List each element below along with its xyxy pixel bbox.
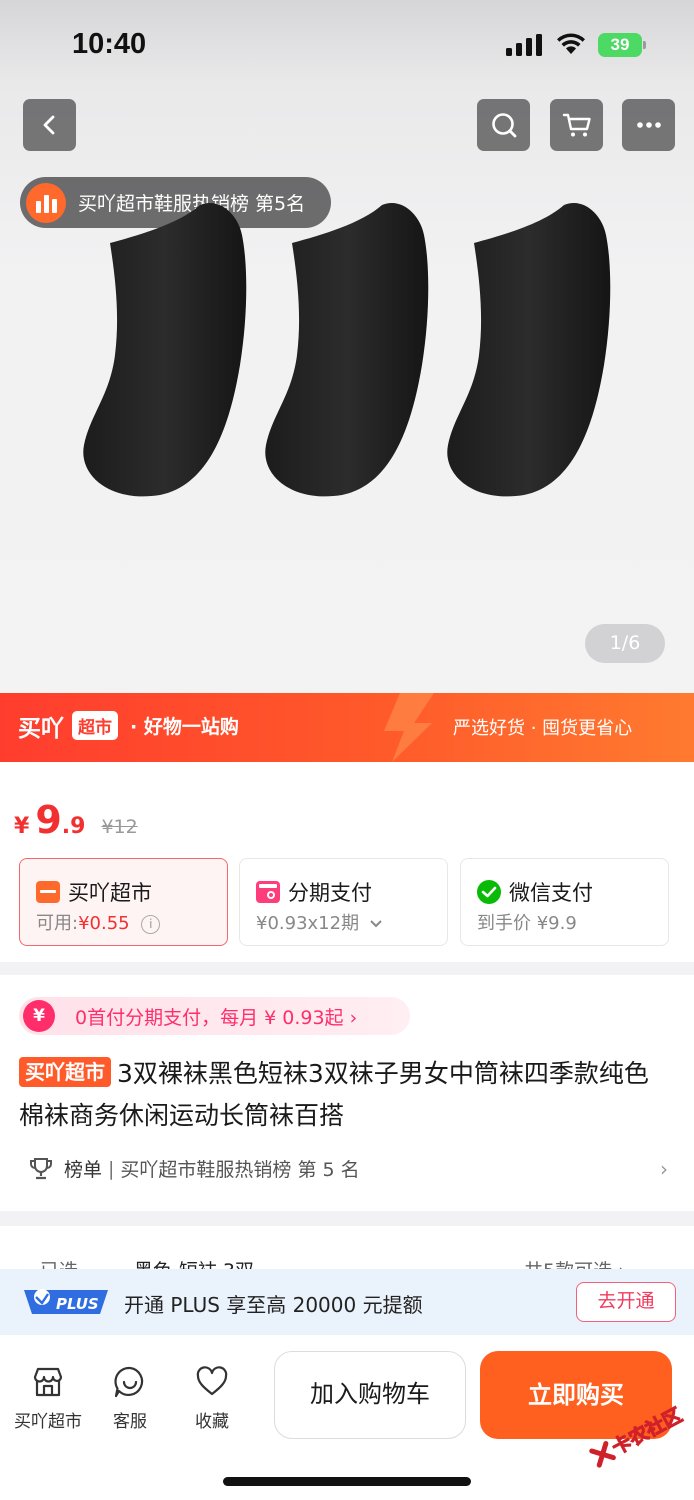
promo-banner[interactable]: 买吖 超市 · 好物一站购 严选好货 · 囤货更省心 [0,693,694,762]
price-row: ¥ 9 .9 ¥12 [14,798,138,842]
price-decimal: .9 [61,814,86,839]
lightning-icon [384,693,434,762]
tab-store[interactable]: 买吖超市 [8,1365,88,1432]
price-currency: ¥ [14,814,30,839]
cart-icon [562,113,591,137]
status-bar: 10:40 39 [0,0,694,90]
product-image-socks [83,203,611,497]
wifi-icon [557,33,585,54]
tab-favorite[interactable]: 收藏 [172,1365,252,1432]
product-title: 买吖超市 3双裸袜黑色短袜3双袜子男女中筒袜四季款纯色棉袜商务休闲运动长筒袜百搭 [19,1053,669,1137]
tab-customer-service[interactable]: 客服 [90,1365,170,1432]
heart-icon [196,1366,228,1396]
installment-per-period: ¥0.93x12期 [256,913,360,934]
payment-option-title: 买吖超市 [68,881,152,905]
chevron-right-icon: › [660,1157,668,1181]
price-card: ¥ 9 .9 ¥12 买吖超市 可用:¥0.55 i 分期支付 ¥0.93x12… [0,762,694,962]
trophy-icon [30,1157,52,1179]
cart-button[interactable] [550,99,603,151]
payment-option-wechat[interactable]: 微信支付 到手价 ¥9.9 [460,858,669,946]
chevron-left-icon [43,115,54,135]
installment-icon [256,881,280,903]
home-indicator [223,1477,471,1486]
wallet-icon [36,881,60,903]
bar-chart-icon [26,182,66,223]
banner-right-text: 严选好货 · 囤货更省心 [453,718,633,739]
available-balance: ¥0.55 [78,913,130,934]
payment-option-store-balance[interactable]: 买吖超市 可用:¥0.55 i [19,858,228,946]
store-tag: 买吖超市 [19,1057,111,1087]
customer-service-icon [114,1366,144,1398]
activate-plus-button[interactable]: 去开通 [576,1282,676,1322]
back-button[interactable] [23,99,76,151]
wechat-pay-icon [477,880,501,904]
battery-level: 39 [598,33,642,57]
plus-membership-bar[interactable]: PLUS 开通 PLUS 享至高 20000 元提额 去开通 [0,1269,694,1335]
product-info-card: ¥ 0首付分期支付，每月 ¥ 0.93起 › 买吖超市 3双裸袜黑色短袜3双袜子男… [0,975,694,1211]
ranking-text: 买吖超市鞋服热销榜 第 5 名 [120,1159,360,1181]
payment-option-title: 分期支付 [288,881,372,905]
payment-option-installment[interactable]: 分期支付 ¥0.93x12期 [239,858,448,946]
bottom-action-bar: 买吖超市 客服 收藏 加入购物车 立即购买 [0,1335,694,1500]
search-button[interactable] [477,99,530,151]
ranking-row[interactable]: 榜单 | 买吖超市鞋服热销榜 第 5 名 › [28,1155,668,1182]
price-integer: 9 [35,798,62,842]
product-image-area[interactable]: 10:40 39 买吖超市鞋服热销榜 第5名 1/6 [0,0,694,693]
installment-promo-text: 0首付分期支付，每月 ¥ 0.93起 › [75,1006,358,1029]
final-price: 到手价 ¥9.9 [477,913,577,934]
ranking-separator: | [108,1157,115,1180]
more-button[interactable] [622,99,675,151]
banner-slogan: · 好物一站购 [130,716,239,738]
banner-logo: 买吖 [18,716,64,742]
search-icon [491,113,516,138]
svg-text:PLUS: PLUS [56,1295,99,1313]
plus-logo-icon: PLUS [24,1289,108,1314]
cellular-signal-icon [506,34,542,56]
status-time: 10:40 [72,28,147,60]
original-price: ¥12 [101,816,138,838]
ranking-label: 榜单 [64,1159,103,1181]
add-to-cart-button[interactable]: 加入购物车 [274,1351,466,1439]
payment-option-title: 微信支付 [509,881,593,905]
tab-label: 收藏 [195,1412,229,1432]
banner-logo-tag: 超市 [72,711,118,740]
tab-label: 客服 [113,1412,147,1432]
page-indicator: 1/6 [585,624,665,663]
info-icon[interactable]: i [141,915,161,934]
product-title-text: 3双裸袜黑色短袜3双袜子男女中筒袜四季款纯色棉袜商务休闲运动长筒袜百搭 [19,1059,649,1130]
battery-icon: 39 [598,33,646,57]
tab-label: 买吖超市 [14,1412,82,1432]
plus-promo-text: 开通 PLUS 享至高 20000 元提额 [124,1293,423,1317]
yen-icon: ¥ [23,1000,55,1032]
installment-promo[interactable]: ¥ 0首付分期支付，每月 ¥ 0.93起 › [19,997,410,1035]
chevron-down-icon [370,920,382,928]
store-icon [33,1367,63,1397]
more-icon [636,122,661,128]
payment-option-sub-prefix: 可用: [36,913,79,934]
